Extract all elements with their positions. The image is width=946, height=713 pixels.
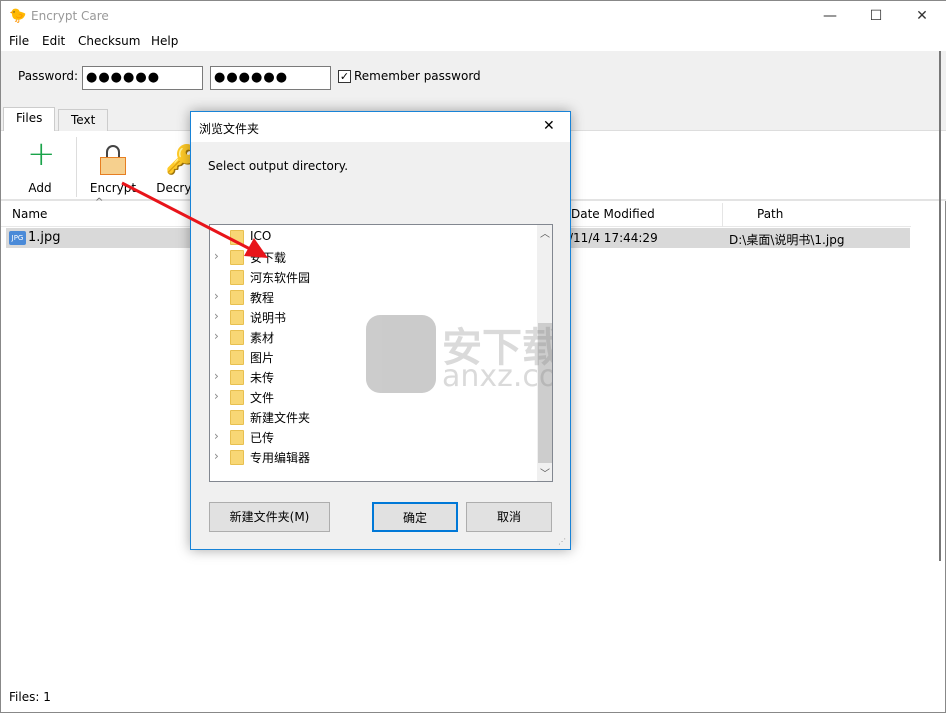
folder-icon	[230, 330, 244, 345]
folder-item[interactable]: › 素材	[210, 327, 536, 347]
scroll-down-icon[interactable]: ﹀	[540, 465, 550, 480]
folder-name: 素材	[250, 331, 275, 345]
window-edge	[939, 51, 941, 561]
encrypt-button[interactable]: Encrypt	[80, 135, 146, 195]
folder-name: 专用编辑器	[250, 451, 311, 465]
file-date: /11/4 17:44:29	[569, 231, 658, 245]
folder-item[interactable]: › 专用编辑器	[210, 447, 536, 467]
folder-item[interactable]: › 说明书	[210, 307, 536, 327]
menu-bar: File Edit Checksum Help	[1, 31, 946, 51]
plus-icon: +	[27, 134, 56, 174]
folder-icon	[230, 230, 244, 245]
folder-icon	[230, 270, 244, 285]
folder-icon	[230, 390, 244, 405]
cancel-button[interactable]: 取消	[466, 502, 552, 532]
menu-edit[interactable]: Edit	[42, 34, 65, 48]
folder-item[interactable]: 新建文件夹	[210, 407, 536, 427]
toolbar-divider	[76, 137, 77, 197]
folder-item[interactable]: › 文件	[210, 387, 536, 407]
folder-icon	[230, 450, 244, 465]
folder-icon	[230, 290, 244, 305]
chevron-right-icon[interactable]: ›	[214, 449, 219, 463]
file-path: D:\桌面\说明书\1.jpg	[729, 233, 845, 247]
folder-name: 文件	[250, 391, 275, 405]
folder-name: 未传	[250, 371, 275, 385]
scroll-up-icon[interactable]: ︿	[540, 225, 550, 240]
folder-name: ICO	[250, 229, 272, 243]
file-name: 1.jpg	[28, 230, 61, 245]
folder-name: 说明书	[250, 311, 287, 325]
remember-password-label: Remember password	[354, 69, 481, 83]
title-bar: 🐤 Encrypt Care — ☐ ✕	[1, 1, 946, 31]
password-input[interactable]: ●●●●●●	[82, 66, 203, 90]
folder-icon	[230, 310, 244, 325]
folder-name: 教程	[250, 291, 275, 305]
folder-item[interactable]: ICO	[210, 227, 536, 247]
encrypt-label: Encrypt	[89, 181, 137, 195]
folder-name: 新建文件夹	[250, 411, 311, 425]
app-logo-icon: 🐤	[9, 8, 27, 24]
column-divider	[722, 203, 723, 227]
add-label: Add	[28, 181, 52, 195]
sort-up-icon: ^	[95, 197, 104, 208]
chevron-right-icon[interactable]: ›	[214, 249, 219, 263]
status-bar-text: Files: 1	[9, 690, 51, 704]
column-path[interactable]: Path	[757, 207, 783, 221]
maximize-button[interactable]: ☐	[853, 1, 899, 31]
add-button[interactable]: + Add	[7, 135, 73, 195]
menu-checksum[interactable]: Checksum	[78, 34, 140, 48]
dialog-close-button[interactable]: ✕	[543, 118, 555, 134]
app-title: Encrypt Care	[31, 9, 109, 23]
dialog-prompt: Select output directory.	[208, 159, 349, 173]
folder-icon	[230, 430, 244, 445]
chevron-right-icon[interactable]: ›	[214, 309, 219, 323]
menu-help[interactable]: Help	[151, 34, 178, 48]
tab-files[interactable]: Files	[3, 107, 56, 131]
minimize-button[interactable]: —	[807, 1, 853, 31]
column-name[interactable]: Name	[12, 207, 47, 221]
folder-tree[interactable]: ICO › 安下载河东软件园 › 教程 › 说明书 › 素材图片 › 未传 › 文件新建文件夹 › 已传 › 专…	[209, 224, 553, 482]
folder-item[interactable]: 图片	[210, 347, 536, 367]
chevron-right-icon[interactable]: ›	[214, 329, 219, 343]
folder-item[interactable]: 河东软件园	[210, 267, 536, 287]
new-folder-button[interactable]: 新建文件夹(M)	[209, 502, 330, 532]
folder-name: 图片	[250, 351, 275, 365]
dialog-title-bar: 浏览文件夹 ✕	[191, 112, 570, 142]
folder-item[interactable]: › 安下载	[210, 247, 536, 267]
folder-name: 河东软件园	[250, 271, 311, 285]
password-bar: Password: ●●●●●● ●●●●●● ✓ Remember passw…	[1, 51, 946, 109]
resize-grip-icon[interactable]: ⋰	[558, 537, 566, 546]
folder-icon	[230, 250, 244, 265]
folder-icon	[230, 410, 244, 425]
folder-item[interactable]: › 已传	[210, 427, 536, 447]
folder-name: 安下载	[250, 251, 287, 265]
ok-button[interactable]: 确定	[372, 502, 458, 532]
close-button[interactable]: ✕	[899, 1, 945, 31]
menu-file[interactable]: File	[9, 34, 29, 48]
folder-icon	[230, 370, 244, 385]
folder-item[interactable]: › 教程	[210, 287, 536, 307]
lock-icon	[100, 145, 126, 175]
folder-icon	[230, 350, 244, 365]
browse-folder-dialog: 浏览文件夹 ✕ Select output directory. ICO › 安下载…	[190, 111, 571, 550]
jpg-file-icon: JPG	[9, 231, 26, 245]
chevron-right-icon[interactable]: ›	[214, 429, 219, 443]
remember-password-checkbox[interactable]: ✓	[338, 70, 351, 83]
tab-text[interactable]: Text	[58, 109, 109, 131]
scroll-thumb[interactable]	[538, 323, 552, 463]
password-label: Password:	[18, 69, 79, 83]
column-date-modified[interactable]: Date Modified	[571, 207, 655, 221]
folder-item[interactable]: › 未传	[210, 367, 536, 387]
tree-scrollbar[interactable]: ︿ ﹀	[537, 225, 552, 481]
folder-name: 已传	[250, 431, 275, 445]
chevron-right-icon[interactable]: ›	[214, 369, 219, 383]
chevron-right-icon[interactable]: ›	[214, 389, 219, 403]
chevron-right-icon[interactable]: ›	[214, 289, 219, 303]
confirm-password-input[interactable]: ●●●●●●	[210, 66, 331, 90]
dialog-title: 浏览文件夹	[199, 122, 260, 136]
